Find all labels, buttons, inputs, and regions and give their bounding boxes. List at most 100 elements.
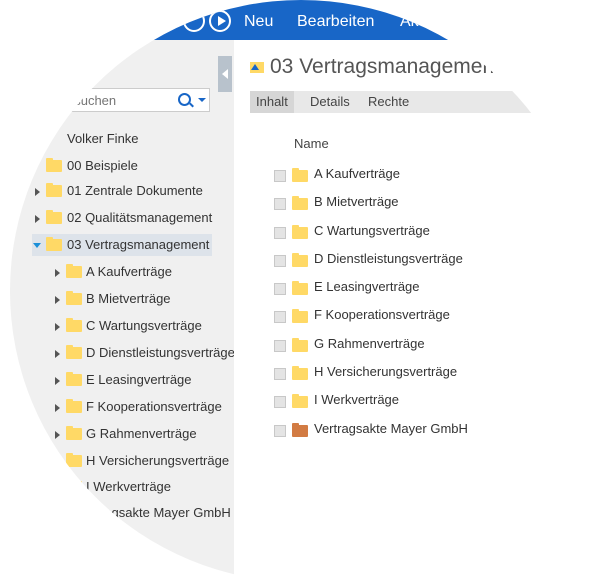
row-checkbox[interactable] [274,340,286,352]
circle-button[interactable] [183,10,205,32]
folder-icon [46,237,62,251]
menu-new[interactable]: Neu [244,13,273,31]
tree-item-label: E Leasingverträge [86,372,192,387]
folder-icon [66,318,82,332]
tree-item[interactable]: D Dienstleistungsverträge [52,342,235,364]
menu-more[interactable]: Ak [400,13,419,31]
folder-icon [66,345,82,359]
tree-item[interactable]: 01 Zentrale Dokumente [32,180,222,202]
tree-item[interactable]: F Kooperationsverträge [52,396,232,418]
folder-icon [292,338,308,352]
sidebar [10,40,234,582]
file-icon [292,423,308,437]
file-icon [66,505,82,519]
row-label: B Mietverträge [314,194,399,209]
tree-item-selected[interactable]: 03 Vertragsmanagement [32,234,212,256]
tree-item[interactable]: E Leasingverträge [52,369,232,391]
tree-item[interactable]: C Wartungsverträge [52,315,232,337]
row-checkbox[interactable] [274,283,286,295]
expand-arrow-icon[interactable] [55,296,60,304]
table-row[interactable]: A Kaufverträge [250,161,590,189]
search-input[interactable] [63,90,175,110]
tab-details[interactable]: Details [304,91,356,113]
sidebar-collapse-button[interactable] [218,56,232,92]
folder-icon [292,309,308,323]
tree-item[interactable]: B Mietverträge [52,288,232,310]
tree-item-label: ragsakte Mayer GmbH [100,505,231,520]
tree-item-label: 03 Vertragsmanagement [67,237,210,252]
tree-item-label: G Rahmenverträge [86,426,197,441]
play-button[interactable] [209,10,231,32]
column-header-name[interactable]: Name [294,136,329,151]
row-checkbox[interactable] [274,311,286,323]
folder-icon [66,372,82,386]
tree-item-label: A Kaufverträge [86,264,172,279]
table-row[interactable]: I Werkverträge [250,387,590,415]
expand-arrow-icon[interactable] [55,431,60,439]
row-label: F Kooperationsverträge [314,307,450,322]
tree-item-label: F Kooperationsverträge [86,399,222,414]
folder-icon [66,291,82,305]
table-row[interactable]: D Dienstleistungsverträge [250,246,590,274]
tree-item-label: 01 Zentrale Dokumente [67,183,203,198]
row-checkbox[interactable] [274,425,286,437]
row-checkbox[interactable] [274,170,286,182]
folder-icon [46,158,62,172]
table-row[interactable]: G Rahmenverträge [250,331,590,359]
folder-icon [292,394,308,408]
tree-item[interactable]: A Kaufverträge [52,261,232,283]
folder-icon [292,366,308,380]
row-label: E Leasingverträge [314,279,420,294]
expand-arrow-icon[interactable] [55,350,60,358]
chevron-down-icon[interactable] [198,98,206,102]
expand-arrow-icon[interactable] [35,188,40,196]
row-checkbox[interactable] [274,227,286,239]
expand-arrow-icon[interactable] [55,323,60,331]
tree-item[interactable]: 00 Beispiele [40,155,210,177]
table-row[interactable]: E Leasingverträge [250,274,590,302]
tree-item-label: C Wartungsverträge [86,318,202,333]
collapse-arrow-icon[interactable] [33,243,41,248]
tree-item[interactable]: I Werkverträge [52,476,232,498]
expand-arrow-icon[interactable] [55,269,60,277]
folder-icon [66,453,82,467]
folder-icon [292,253,308,267]
folder-icon [292,225,308,239]
folder-icon [66,264,82,278]
folder-icon [292,196,308,210]
search-box [60,88,210,112]
tree-item[interactable]: 02 Qualitätsmanagement [32,207,232,229]
folder-icon [292,168,308,182]
table-row[interactable]: H Versicherungsverträge [250,359,590,387]
play-icon [218,16,226,26]
tree-item[interactable]: ragsakte Mayer GmbH [52,502,234,524]
tree-item-label: 02 Qualitätsmanagement [67,210,213,225]
tab-rechte[interactable]: Rechte [362,91,415,113]
expand-arrow-icon[interactable] [55,404,60,412]
table-row[interactable]: F Kooperationsverträge [250,302,590,330]
tree-item[interactable]: G Rahmenverträge [52,423,232,445]
tab-inhalt[interactable]: Inhalt [250,91,294,113]
expand-arrow-icon[interactable] [55,377,60,385]
row-label: C Wartungsverträge [314,223,430,238]
folder-up-icon[interactable] [250,62,264,73]
tree-item-label: B Mietverträge [86,291,171,306]
app-window: Neu Bearbeiten Ak Volker Finke 00 Beispi… [10,0,592,582]
expand-arrow-icon[interactable] [35,215,40,223]
row-label: Vertragsakte Mayer GmbH [314,421,468,436]
folder-icon [46,183,62,197]
row-checkbox[interactable] [274,198,286,210]
tree-item-label: Volker Finke [67,131,139,146]
table-row[interactable]: Vertragsakte Mayer GmbH [250,416,590,444]
table-row[interactable]: B Mietverträge [250,189,590,217]
tree-item[interactable]: H Versicherungsverträge [52,450,232,472]
tree-item-label: H Versicherungsverträge [86,453,230,468]
table-row[interactable]: C Wartungsverträge [250,218,590,246]
tree-item-label: I Werkverträge [86,479,172,494]
row-checkbox[interactable] [274,255,286,267]
menu-edit[interactable]: Bearbeiten [297,13,374,31]
row-label: D Dienstleistungsverträge [314,251,463,266]
search-icon-handle [189,102,194,108]
row-checkbox[interactable] [274,396,286,408]
row-checkbox[interactable] [274,368,286,380]
